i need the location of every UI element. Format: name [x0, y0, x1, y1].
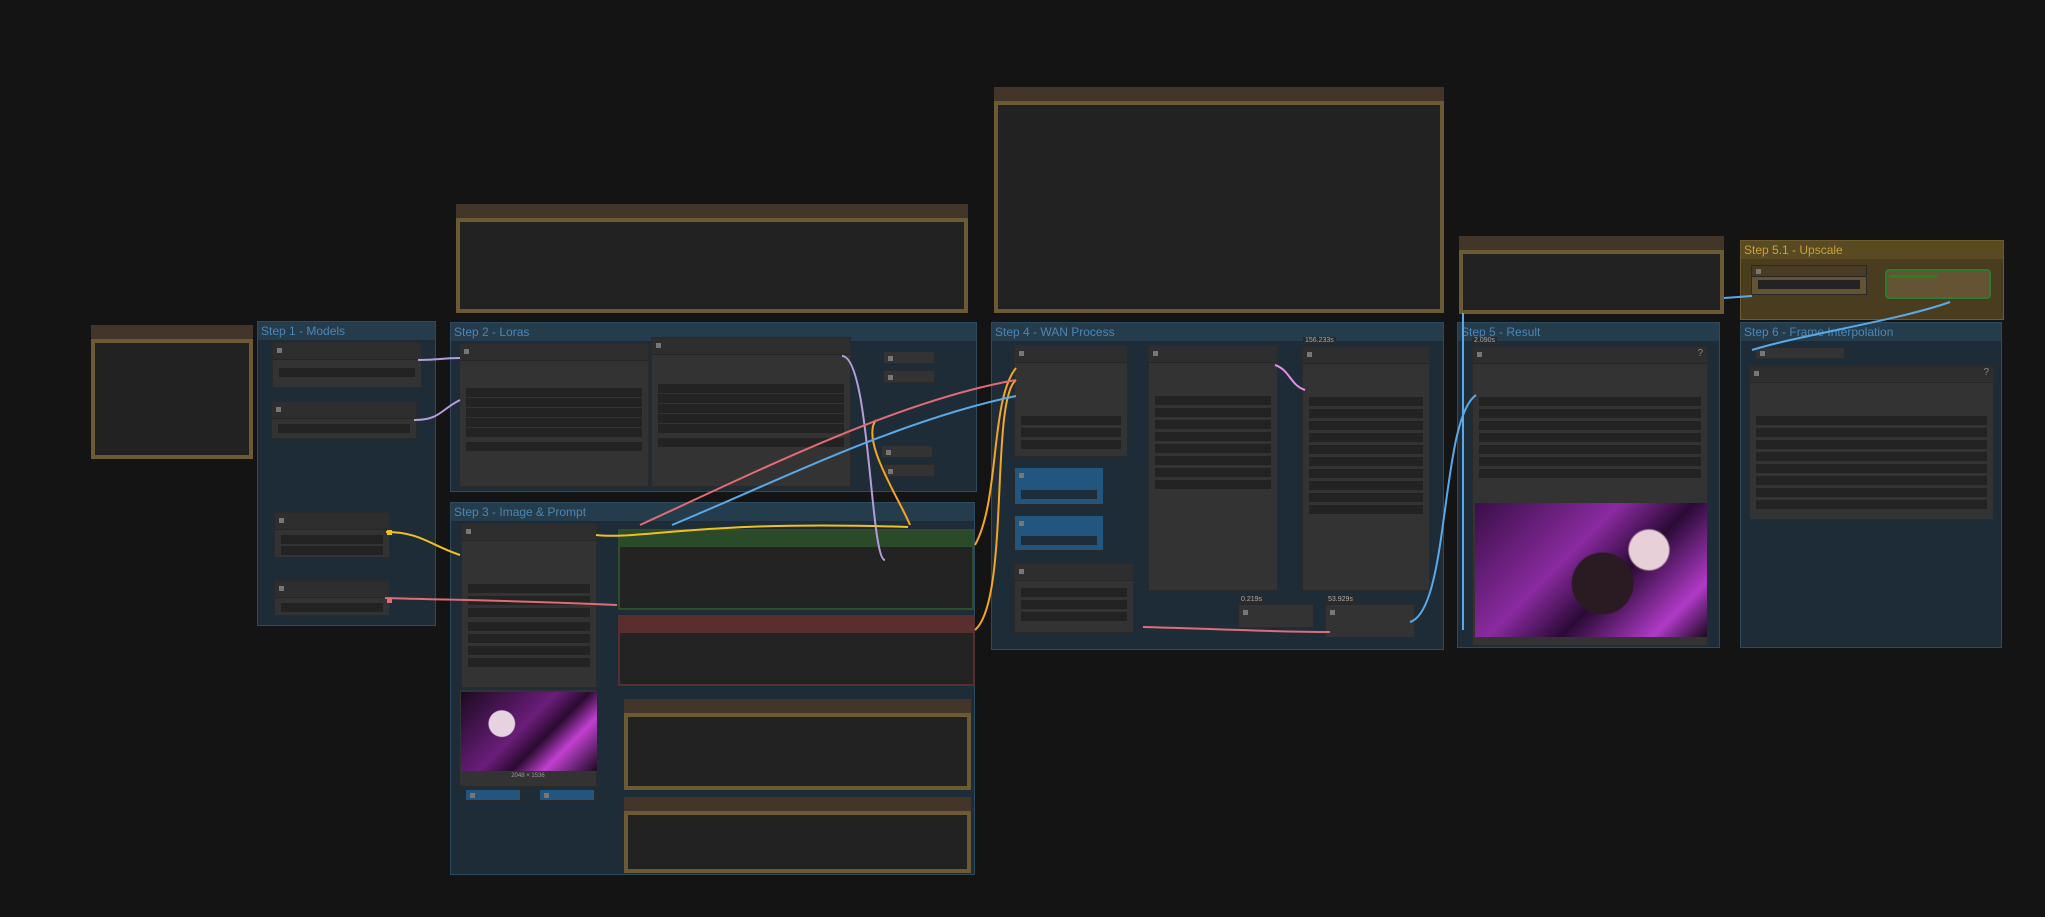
group-step2-loras[interactable]: Step 2 - Loras: [450, 322, 977, 492]
group-step6-frame-interpolation[interactable]: Step 6 - Frame Interpolation ?: [1740, 322, 2002, 648]
positive-prompt-node[interactable]: [618, 529, 974, 610]
reroute-node-4[interactable]: [883, 464, 935, 477]
note-step3-a[interactable]: [624, 699, 971, 790]
reroute-node-3[interactable]: [881, 445, 933, 458]
primitive-height[interactable]: [539, 789, 595, 801]
image-size-label: 2048 × 1536: [511, 773, 545, 779]
model-loader-high[interactable]: [272, 342, 422, 388]
note-top-mid[interactable]: [456, 204, 968, 313]
reroute-node[interactable]: [1755, 347, 1845, 359]
video-combine-node[interactable]: ?: [1472, 346, 1708, 646]
group-title: Step 5 - Result: [1458, 323, 1719, 341]
group-step4-wan-process[interactable]: Step 4 - WAN Process 156.233s 0.219s 53.…: [991, 322, 1444, 650]
ksampler-high[interactable]: [1302, 346, 1430, 591]
reroute-node-2[interactable]: [883, 370, 935, 383]
lora-loader-low[interactable]: [651, 337, 851, 487]
note-left[interactable]: [91, 325, 253, 459]
group-title: Step 5.1 - Upscale: [1741, 241, 2003, 259]
image-to-video-node[interactable]: [461, 523, 597, 688]
primitive-split[interactable]: [1014, 515, 1104, 551]
upscale-model-loader[interactable]: [1751, 265, 1867, 295]
group-title: Step 3 - Image & Prompt: [451, 503, 974, 521]
ksampler-low[interactable]: [1325, 604, 1415, 638]
rife-interpolation-node[interactable]: ?: [1749, 365, 1994, 520]
input-image-preview: [461, 692, 597, 771]
timing-sampler-high: 156.233s: [1303, 337, 1336, 344]
group-step1-models[interactable]: Step 1 - Models: [257, 321, 436, 626]
progress-bar: [1889, 275, 1937, 278]
negative-prompt-node[interactable]: [618, 615, 975, 686]
model-sampling-node[interactable]: [1014, 345, 1128, 457]
reroute-node-1[interactable]: [883, 351, 935, 364]
help-icon[interactable]: ?: [1697, 348, 1703, 359]
timing-decode: 0.219s: [1239, 596, 1265, 603]
group-title: Step 6 - Frame Interpolation: [1741, 323, 2001, 341]
canvas[interactable]: Step 1 - Models Step 2 - Loras Step 3 - …: [0, 0, 2045, 917]
timing-result: 2.090s: [1472, 337, 1498, 344]
group-title: Step 1 - Models: [258, 322, 435, 340]
load-image-node[interactable]: 2048 × 1536: [459, 689, 597, 787]
group-title: Step 4 - WAN Process: [992, 323, 1443, 341]
group-step5-result[interactable]: Step 5 - Result 2.090s ?: [1457, 322, 1720, 648]
note-step3-b[interactable]: [624, 797, 971, 873]
group-step51-upscale[interactable]: Step 5.1 - Upscale: [1740, 240, 2004, 320]
result-video-preview: [1475, 503, 1707, 637]
note-right[interactable]: [1459, 236, 1724, 314]
decode-node[interactable]: [1238, 604, 1314, 628]
text-encode-node[interactable]: [1148, 345, 1278, 591]
timing-sampler-low: 53.929s: [1326, 596, 1355, 603]
model-loader-low[interactable]: [271, 401, 417, 439]
cfg-node[interactable]: [1014, 563, 1134, 633]
group-step3-image-prompt[interactable]: Step 3 - Image & Prompt 2048 × 1536: [450, 502, 975, 875]
primitive-width[interactable]: [465, 789, 521, 801]
note-big[interactable]: [994, 87, 1444, 313]
primitive-steps[interactable]: [1014, 467, 1104, 505]
vae-loader[interactable]: [274, 580, 392, 616]
upscale-image-node[interactable]: [1885, 269, 1991, 299]
lora-loader-high[interactable]: [459, 343, 649, 487]
clip-loader[interactable]: [274, 512, 392, 558]
help-icon[interactable]: ?: [1983, 367, 1989, 378]
